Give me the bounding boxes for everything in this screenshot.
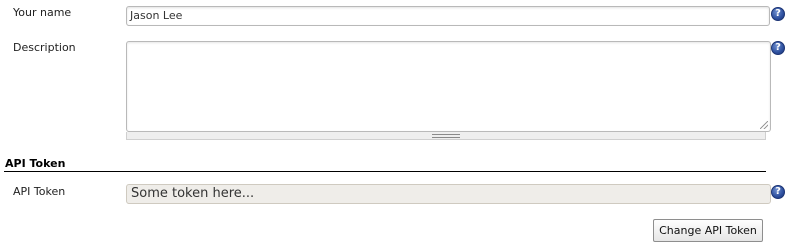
description-text (127, 42, 770, 48)
section-divider (4, 171, 766, 172)
change-api-token-button[interactable]: Change API Token (653, 219, 763, 242)
api-token-field[interactable]: Some token here... (126, 184, 771, 204)
api-token-section-header: API Token (5, 157, 66, 170)
description-textarea[interactable] (126, 41, 771, 132)
name-input[interactable]: Jason Lee (126, 6, 770, 26)
resize-grippie[interactable] (126, 132, 766, 140)
description-label: Description (13, 41, 76, 54)
name-help-icon[interactable]: ? (771, 7, 785, 21)
description-help-icon[interactable]: ? (771, 41, 785, 55)
api-token-help-icon[interactable]: ? (771, 185, 785, 199)
name-label: Your name (13, 6, 72, 19)
api-token-label: API Token (13, 185, 66, 198)
resize-grip-icon (432, 134, 460, 138)
resize-corner-icon[interactable] (760, 121, 768, 129)
